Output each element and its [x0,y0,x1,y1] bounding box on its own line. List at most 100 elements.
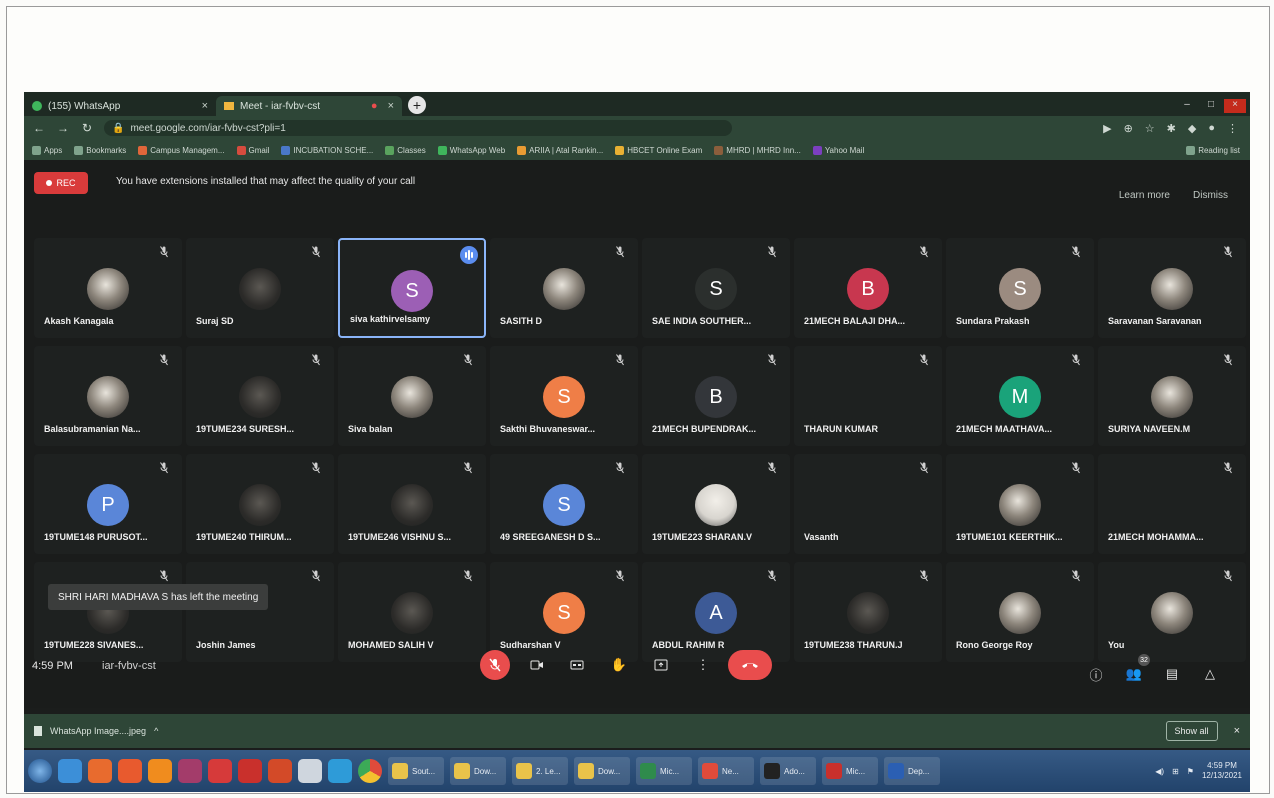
reading-list-button[interactable]: Reading list [1186,145,1250,155]
puzzle-icon[interactable]: ◆ [1188,122,1196,135]
participant-tile[interactable]: 19TUME228 SIVANES... [34,562,182,662]
new-tab-button[interactable]: + [408,96,426,114]
forward-icon[interactable]: → [56,121,70,135]
participant-tile[interactable]: M 21MECH MAATHAVA... [946,346,1094,446]
edge-icon[interactable] [328,759,352,783]
taskbar-task[interactable]: Mic... [636,757,692,785]
participant-tile[interactable]: 19TUME234 SURESH... [186,346,334,446]
start-button[interactable] [28,759,52,783]
address-bar[interactable]: 🔒 meet.google.com/iar-fvbv-cst?pli=1 [104,120,732,136]
bookmark-item[interactable]: Campus Managem... [138,145,225,155]
camera-button[interactable] [522,650,552,680]
participant-tile[interactable]: S Sudharshan V [490,562,638,662]
bookmark-item[interactable]: Yahoo Mail [812,145,864,155]
system-clock[interactable]: 4:59 PM 12/13/2021 [1202,761,1242,781]
reload-icon[interactable]: ↻ [80,121,94,135]
participant-tile[interactable]: Ssiva kathirvelsamy [338,238,486,338]
bookmark-item[interactable]: Apps [32,145,62,155]
participant-tile[interactable]: Siva balan [338,346,486,446]
participant-tile[interactable]: S Sakthi Bhuvaneswar... [490,346,638,446]
chevron-up-icon[interactable]: ^ [154,726,158,736]
captions-button[interactable] [562,650,592,680]
chrome-icon[interactable] [358,759,382,783]
show-all-button[interactable]: Show all [1165,721,1218,741]
participant-tile[interactable]: S SAE INDIA SOUTHER... [642,238,790,338]
participant-tile[interactable]: You [1098,562,1246,662]
taskbar-task[interactable]: Sout... [388,757,444,785]
more-options-button[interactable]: ⋮ [688,650,718,680]
close-window-button[interactable]: × [1224,99,1246,113]
acrobat-icon[interactable] [238,759,262,783]
bookmark-item[interactable]: MHRD | MHRD Inn... [714,145,801,155]
participant-tile[interactable]: Suraj SD [186,238,334,338]
maximize-button[interactable]: □ [1200,99,1222,113]
firefox-icon[interactable] [88,759,112,783]
winrar-icon[interactable] [178,759,202,783]
taskbar-task[interactable]: Dow... [450,757,506,785]
raise-hand-button[interactable]: ✋ [604,650,634,680]
tab-close-icon[interactable]: × [388,100,394,112]
participant-tile[interactable]: A ABDUL RAHIM R [642,562,790,662]
participant-tile[interactable]: SASITH D [490,238,638,338]
leave-call-button[interactable] [728,650,772,680]
volume-icon[interactable]: ◀) [1155,767,1164,776]
back-icon[interactable]: ← [32,121,46,135]
participant-tile[interactable]: S 49 SREEGANESH D S... [490,454,638,554]
taskbar-task[interactable]: Ne... [698,757,754,785]
participant-tile[interactable]: 21MECH MOHAMMA... [1098,454,1246,554]
participant-tile[interactable]: Vasanth [794,454,942,554]
participant-tile[interactable]: MOHAMED SALIH V [338,562,486,662]
download-item[interactable]: WhatsApp Image....jpeg ^ [34,726,158,736]
participant-tile[interactable]: B 21MECH BALAJI DHA... [794,238,942,338]
extension-icon[interactable]: ✱ [1167,122,1176,135]
participant-tile[interactable]: Akash Kanagala [34,238,182,338]
mic-off-button[interactable] [480,650,510,680]
participant-tile[interactable]: Balasubramanian Na... [34,346,182,446]
bookmark-item[interactable]: WhatsApp Web [437,145,505,155]
meeting-details-button[interactable]: ⓘ [1084,662,1108,686]
participant-tile[interactable]: Rono George Roy [946,562,1094,662]
bookmark-item[interactable]: Bookmarks [74,145,126,155]
participant-tile[interactable]: 19TUME101 KEERTHIK... [946,454,1094,554]
taskbar-task[interactable]: Dep... [884,757,940,785]
participant-tile[interactable]: SURIYA NAVEEN.M [1098,346,1246,446]
profile-avatar[interactable]: ● [1208,122,1215,135]
app-icon[interactable] [118,759,142,783]
tab-meet[interactable]: Meet - iar-fvbv-cst ● × [216,96,402,116]
taskbar-task[interactable]: Dow... [574,757,630,785]
network-icon[interactable]: ⊞ [1172,767,1179,776]
bookmark-item[interactable]: Classes [385,145,426,155]
taskbar-task[interactable]: Mic... [822,757,878,785]
taskbar-task[interactable]: Ado... [760,757,816,785]
participant-tile[interactable]: Saravanan Saravanan [1098,238,1246,338]
participant-tile[interactable]: S Sundara Prakash [946,238,1094,338]
participant-tile[interactable]: 19TUME240 THIRUM... [186,454,334,554]
ie-icon[interactable] [58,759,82,783]
participant-tile[interactable]: 19TUME238 THARUN.J [794,562,942,662]
participant-tile[interactable]: 19TUME223 SHARAN.V [642,454,790,554]
participant-tile[interactable]: B 21MECH BUPENDRAK... [642,346,790,446]
dismiss-button[interactable]: Dismiss [1193,190,1228,201]
bookmark-item[interactable]: INCUBATION SCHE... [281,145,373,155]
powerpoint-icon[interactable] [268,759,292,783]
close-download-bar-icon[interactable]: × [1234,725,1240,737]
minimize-button[interactable]: – [1176,99,1198,113]
star-icon[interactable]: ☆ [1145,122,1155,135]
bookmark-item[interactable]: Gmail [236,145,269,155]
people-button[interactable]: 👥 32 [1122,654,1150,686]
participant-tile[interactable]: 19TUME246 VISHNU S... [338,454,486,554]
bookmark-item[interactable]: ARIIA | Atal Rankin... [517,145,603,155]
calculator-icon[interactable] [298,759,322,783]
opera-icon[interactable] [208,759,232,783]
present-button[interactable] [646,650,676,680]
bookmark-item[interactable]: HBCET Online Exam [615,145,702,155]
participant-tile[interactable]: THARUN KUMAR [794,346,942,446]
tab-close-icon[interactable]: × [202,100,208,112]
flag-icon[interactable]: ⚑ [1187,767,1194,776]
participant-tile[interactable]: Joshin James [186,562,334,662]
learn-more-link[interactable]: Learn more [1119,190,1170,201]
vlc-icon[interactable] [148,759,172,783]
menu-icon[interactable]: ⋮ [1227,122,1238,135]
participant-tile[interactable]: P 19TUME148 PURUSOT... [34,454,182,554]
activities-button[interactable]: △ [1198,662,1222,686]
